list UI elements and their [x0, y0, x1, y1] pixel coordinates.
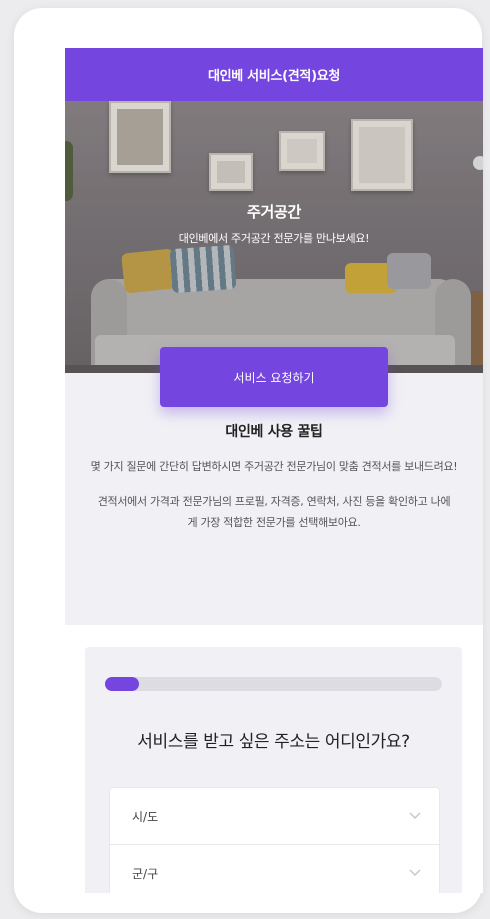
hero-title: 주거공간 — [246, 203, 301, 221]
chevron-down-icon — [409, 812, 421, 820]
progress-bar — [105, 677, 442, 691]
hero-text: 주거공간 대인베에서 주거공간 전문가를 만나보세요! — [65, 201, 483, 246]
hero-banner: 주거공간 대인베에서 주거공간 전문가를 만나보세요! — [65, 101, 483, 373]
tips-title: 대인베 사용 꿀팁 — [225, 424, 323, 440]
tips-paragraph: 몇 가지 질문에 간단히 답변하시면 주거공간 전문가님이 맞춤 견적서를 보내… — [90, 460, 458, 473]
question-title: 서비스를 받고 싶은 주소는 어디인가요? — [137, 732, 410, 752]
request-form-section: 서비스를 받고 싶은 주소는 어디인가요? 시/도 군/구 — [65, 625, 483, 893]
request-service-button[interactable]: 서비스 요청하기 — [160, 347, 388, 407]
top-bar: 대인베 서비스(견적)요청 — [65, 48, 483, 101]
phone-frame: 대인베 서비스(견적)요청 주거공간 대인베에서 주거공간 전문가를 만나보세요… — [14, 8, 483, 913]
app-screen: 대인베 서비스(견적)요청 주거공간 대인베에서 주거공간 전문가를 만나보세요… — [65, 48, 483, 893]
select-label: 군/구 — [132, 866, 159, 881]
page-title: 대인베 서비스(견적)요청 — [207, 69, 341, 84]
select-label: 시/도 — [132, 809, 159, 824]
city-province-select[interactable]: 시/도 — [109, 787, 440, 845]
question-card: 서비스를 받고 싶은 주소는 어디인가요? 시/도 군/구 — [85, 647, 462, 893]
hero-subtitle: 대인베에서 주거공간 전문가를 만나보세요! — [178, 232, 370, 245]
district-select[interactable]: 군/구 — [109, 844, 440, 893]
tips-paragraph: 견적서에서 가격과 전문가님의 프로필, 자격증, 연락처, 사진 등을 확인하… — [97, 495, 451, 529]
chevron-down-icon — [409, 869, 421, 877]
progress-fill — [105, 677, 139, 691]
